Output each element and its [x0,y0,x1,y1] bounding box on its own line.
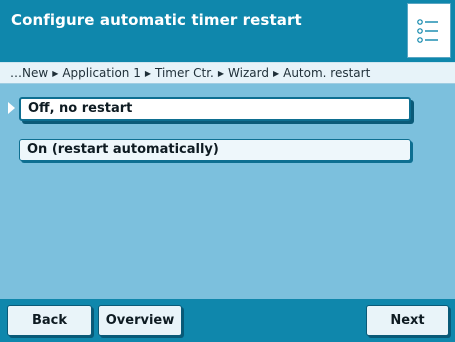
next-button[interactable]: Next [366,305,449,336]
breadcrumb-item[interactable]: Timer Ctr. [155,66,214,80]
list-menu-icon[interactable] [407,3,451,58]
breadcrumb: …New ▶ Application 1 ▶ Timer Ctr. ▶ Wizard ▶ Aut… [0,62,455,84]
breadcrumb-item[interactable]: Application 1 [62,66,141,80]
title-bar: Configure automatic timer restart [0,0,455,62]
breadcrumb-item-current: Autom. restart [283,66,371,80]
back-button[interactable]: Back [7,305,92,336]
breadcrumb-separator-icon: ▶ [272,69,280,78]
breadcrumb-separator-icon: ▶ [217,69,225,78]
page-title: Configure automatic timer restart [11,11,302,29]
selection-marker-icon [8,102,15,114]
breadcrumb-item[interactable]: Wizard [228,66,269,80]
overview-button[interactable]: Overview [98,305,182,336]
option-list: Off, no restart On (restart automaticall… [0,84,455,299]
option-off-no-restart[interactable]: Off, no restart [19,97,411,121]
breadcrumb-separator-icon: ▶ [144,69,151,78]
breadcrumb-separator-icon: ▶ [52,69,59,78]
breadcrumb-item[interactable]: …New [10,66,48,80]
footer-bar: Back Overview Next [0,299,455,342]
option-on-restart-automatically[interactable]: On (restart automatically) [19,139,411,161]
